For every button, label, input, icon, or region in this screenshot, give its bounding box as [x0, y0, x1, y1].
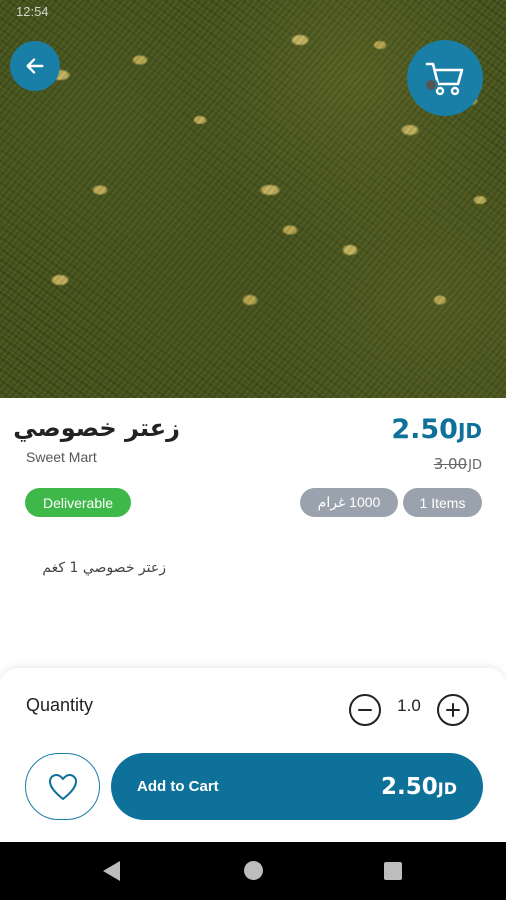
back-button[interactable]: [10, 41, 60, 91]
price-amount: 2.50: [391, 414, 458, 445]
weight-badge: 1000 غرام: [300, 488, 398, 517]
quantity-increase-button[interactable]: [437, 694, 469, 726]
plus-icon: [446, 703, 460, 717]
quantity-decrease-button[interactable]: [349, 694, 381, 726]
old-price-currency: JD: [468, 458, 482, 473]
back-arrow-icon: [26, 58, 44, 74]
product-price: 2.50 JD: [391, 414, 482, 445]
nav-recents-icon[interactable]: [384, 862, 402, 880]
quantity-label: Quantity: [26, 695, 94, 715]
price-currency: JD: [457, 419, 482, 443]
quantity-value: 1.0: [397, 696, 421, 715]
add-to-cart-currency: JD: [437, 778, 457, 798]
items-badge: 1 Items: [403, 488, 482, 517]
nav-home-icon[interactable]: [244, 861, 263, 880]
old-price: 3.00 JD: [434, 455, 482, 473]
favorite-button[interactable]: [25, 753, 100, 820]
deliverable-badge: Deliverable: [25, 488, 131, 517]
add-to-cart-label: Add to Cart: [137, 778, 219, 795]
old-price-amount: 3.00: [433, 455, 468, 473]
cart-button[interactable]: [407, 40, 483, 116]
status-time: 12:54: [16, 4, 49, 19]
heart-icon: [48, 773, 77, 800]
add-to-cart-button[interactable]: Add to Cart 2.50 JD: [111, 753, 483, 820]
nav-back-icon[interactable]: [103, 861, 120, 881]
product-description: زعتر خصوصي 1 كغم: [42, 560, 166, 576]
add-to-cart-price: 2.50 JD: [381, 774, 457, 800]
minus-icon: [358, 709, 372, 711]
cart-badge: [424, 78, 438, 92]
add-to-cart-amount: 2.50: [381, 773, 438, 800]
product-title: زعتر خصوصي: [13, 414, 180, 442]
store-name[interactable]: Sweet Mart: [26, 449, 97, 465]
